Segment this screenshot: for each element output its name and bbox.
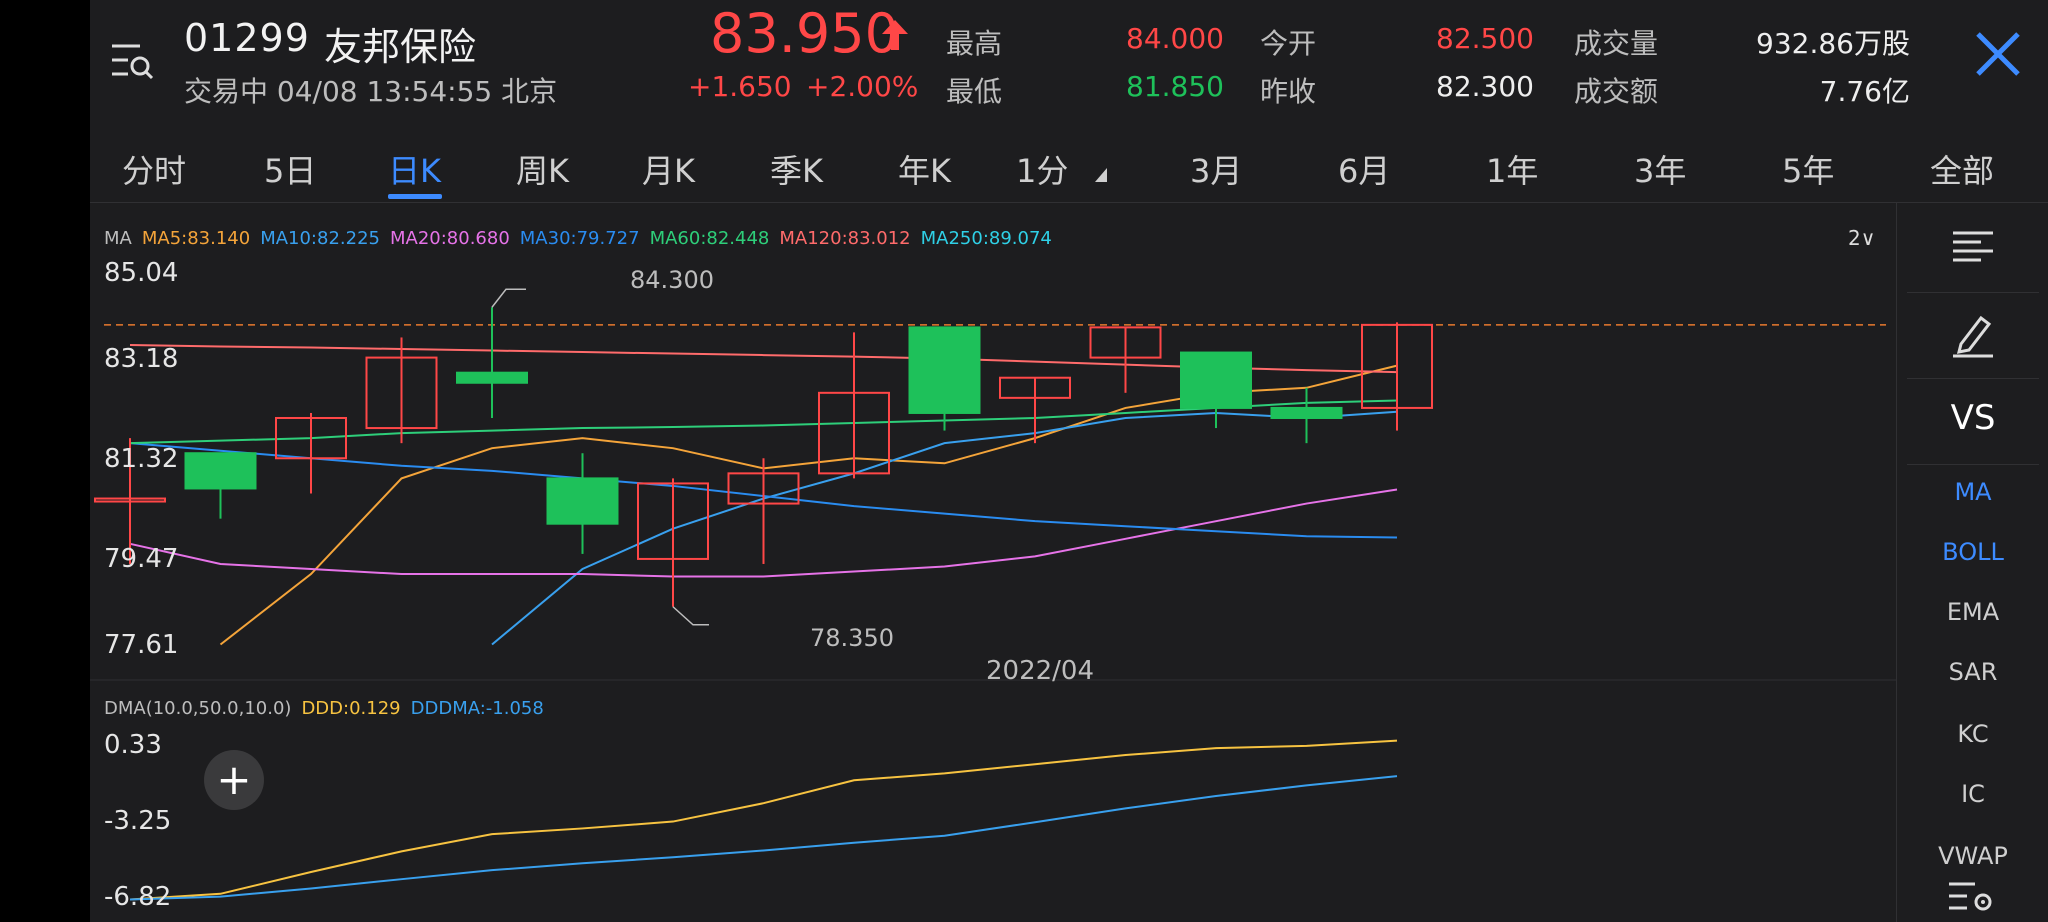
ma250-value: MA250:89.074 xyxy=(920,228,1052,249)
indicator-ema[interactable]: EMA xyxy=(1897,598,2048,626)
dma-title: DMA(10.0,50.0,10.0) xyxy=(104,698,292,719)
stock-detail-app: 01299 友邦保险 交易中 04/08 13:54:55 北京 83.950 … xyxy=(90,0,2048,922)
ddd-value: DDD:0.129 xyxy=(301,698,401,719)
indicator-settings-icon[interactable] xyxy=(1947,880,1995,914)
indicator-kc[interactable]: KC xyxy=(1897,720,2048,748)
price-change: +1.650 xyxy=(688,70,792,103)
dma-axis-label: 0.33 xyxy=(104,730,162,760)
dma-axis-label: -3.25 xyxy=(104,806,172,836)
kline-chart[interactable] xyxy=(90,202,1896,922)
candle-body xyxy=(456,371,528,384)
tab-quarterly-k[interactable]: 季K xyxy=(770,146,823,192)
price-axis-label: 77.61 xyxy=(104,630,179,660)
turnover-value: 7.76亿 xyxy=(1819,75,1910,108)
ma-legend[interactable]: MA MA5:83.140 MA10:82.225 MA20:80.680 MA30:7… xyxy=(104,228,1062,249)
active-tab-indicator xyxy=(388,194,442,199)
tab-monthly-k[interactable]: 月K xyxy=(642,146,695,192)
prev-close-value: 82.300 xyxy=(1436,70,1534,103)
max-price-annotation: 84.300 xyxy=(630,266,714,294)
ma60-value: MA60:82.448 xyxy=(649,228,770,249)
align-lines-icon[interactable] xyxy=(1951,230,1995,264)
ma10-value: MA10:82.225 xyxy=(260,228,380,249)
candle-body xyxy=(546,477,619,525)
indicator-boll[interactable]: BOLL xyxy=(1897,538,2048,566)
tab-5day[interactable]: 5日 xyxy=(264,146,316,192)
tab-daily-k[interactable]: 日K xyxy=(388,146,441,192)
divider xyxy=(1907,464,2039,465)
open-label: 今开 xyxy=(1260,27,1317,60)
ma30-value: MA30:79.727 xyxy=(519,228,640,249)
min-price-annotation: 78.350 xyxy=(810,624,894,652)
indicator-vwap[interactable]: VWAP xyxy=(1897,842,2048,870)
tab-1min[interactable]: 1分 xyxy=(1016,146,1068,192)
min-price-leader xyxy=(672,606,709,626)
low-label: 最低 xyxy=(946,75,1003,108)
ma-prefix: MA xyxy=(104,228,132,249)
high-label: 最高 xyxy=(946,27,1003,60)
tab-3month[interactable]: 3月 xyxy=(1190,146,1242,192)
ma120-value: MA120:83.012 xyxy=(779,228,911,249)
tab-6month[interactable]: 6月 xyxy=(1338,146,1390,192)
tab-yearly-k[interactable]: 年K xyxy=(898,146,951,192)
price-change-pct: +2.00% xyxy=(806,70,919,103)
open-value: 82.500 xyxy=(1436,22,1534,55)
turnover-label: 成交额 xyxy=(1574,75,1659,108)
legend-expand-toggle[interactable]: 2∨ xyxy=(1848,226,1875,250)
add-indicator-button[interactable]: + xyxy=(204,750,264,810)
tab-1year[interactable]: 1年 xyxy=(1486,146,1538,192)
indicator-sar[interactable]: SAR xyxy=(1897,658,2048,686)
tab-3year[interactable]: 3年 xyxy=(1634,146,1686,192)
dropdown-triangle-icon[interactable] xyxy=(1095,168,1107,182)
arrow-up-icon xyxy=(882,20,908,50)
ma10-line xyxy=(491,410,1398,646)
indicator-ic[interactable]: IC xyxy=(1897,780,2048,808)
tab-timeshare[interactable]: 分时 xyxy=(122,146,186,192)
low-value: 81.850 xyxy=(1126,70,1224,103)
price-axis-label: 85.04 xyxy=(104,258,179,288)
candle-body xyxy=(908,326,981,414)
dma-axis-label: -6.82 xyxy=(104,882,172,912)
divider xyxy=(1907,292,2039,293)
indicator-ma[interactable]: MA xyxy=(1897,478,2048,506)
price-axis-label: 83.18 xyxy=(104,344,179,374)
dddma-value: DDDMA:-1.058 xyxy=(410,698,544,719)
date-axis-label: 2022/04 xyxy=(986,656,1095,686)
period-tabs: 分时 5日 日K 周K 月K 季K 年K 1分 3月 6月 1年 3年 5年 全… xyxy=(90,140,2048,202)
price-axis-label: 79.47 xyxy=(104,544,179,574)
dma-legend[interactable]: DMA(10.0,50.0,10.0) DDD:0.129 DDDMA:-1.058 xyxy=(104,698,554,719)
indicator-sidebar: VS MA BOLL EMA SAR KC IC VWAP xyxy=(1896,202,2048,922)
ma5-value: MA5:83.140 xyxy=(141,228,251,249)
ma20-value: MA20:80.680 xyxy=(389,228,510,249)
candle-body xyxy=(1180,351,1252,409)
dddma-line xyxy=(129,775,1398,901)
candle-body xyxy=(1270,406,1343,419)
menu-search-icon[interactable] xyxy=(110,40,154,84)
price-axis-label: 81.32 xyxy=(104,444,179,474)
volume-label: 成交量 xyxy=(1574,27,1659,60)
max-price-leader xyxy=(491,288,526,308)
high-value: 84.000 xyxy=(1126,22,1224,55)
quote-header: 01299 友邦保险 交易中 04/08 13:54:55 北京 83.950 … xyxy=(90,0,2048,126)
ddd-line xyxy=(129,739,1398,901)
plus-icon: + xyxy=(216,755,252,804)
divider xyxy=(1907,378,2039,379)
tab-weekly-k[interactable]: 周K xyxy=(516,146,569,192)
volume-value: 932.86万股 xyxy=(1756,27,1910,60)
compare-vs-button[interactable]: VS xyxy=(1897,398,2048,438)
stock-name: 友邦保险 xyxy=(324,25,477,69)
candle-body xyxy=(184,452,257,490)
pencil-draw-icon[interactable] xyxy=(1951,312,1995,358)
current-price: 83.950 xyxy=(710,2,899,65)
stock-code: 01299 xyxy=(184,16,310,60)
close-icon[interactable] xyxy=(1972,28,2024,80)
prev-close-label: 昨收 xyxy=(1260,75,1317,108)
trading-status: 交易中 04/08 13:54:55 北京 xyxy=(184,75,558,108)
tab-5year[interactable]: 5年 xyxy=(1782,146,1834,192)
tab-all[interactable]: 全部 xyxy=(1930,146,1994,192)
